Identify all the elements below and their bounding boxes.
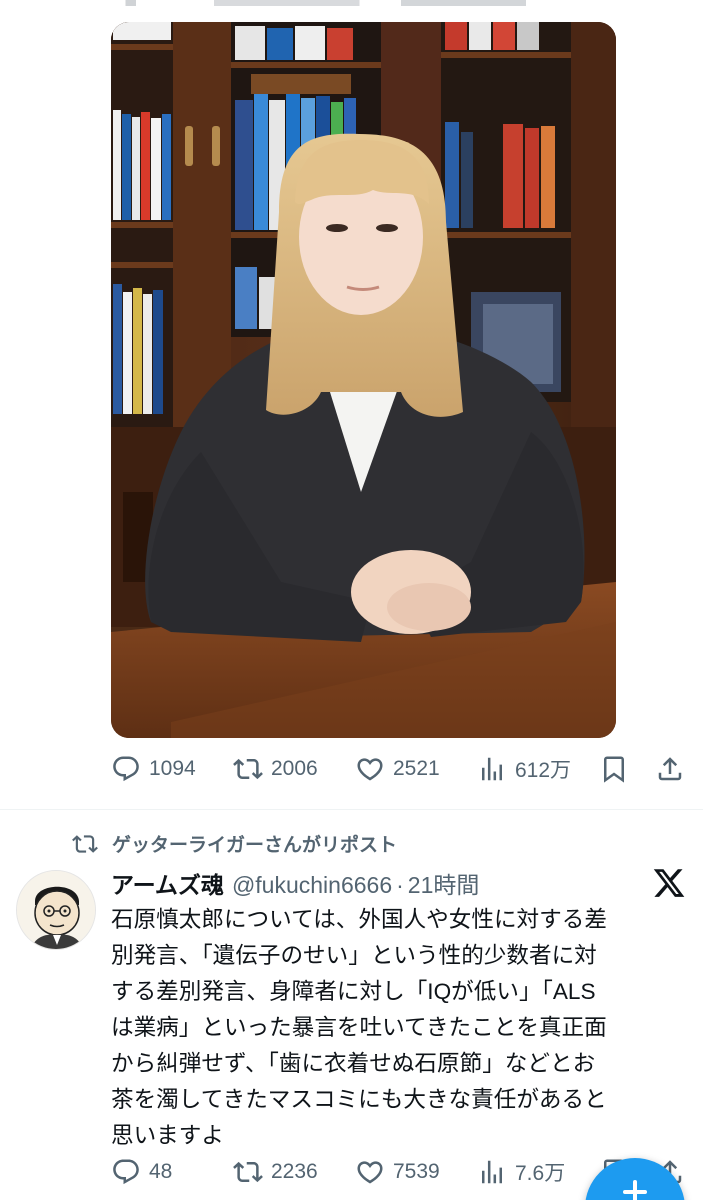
author-handle[interactable]: @fukuchin6666 — [232, 872, 392, 899]
repost-button[interactable]: 2006 — [233, 754, 318, 784]
post-text-line: 思いますよ — [111, 1123, 224, 1148]
post-header: アームズ魂 @fukuchin6666 · 21時間 — [111, 866, 479, 900]
repost-count: 2006 — [271, 757, 318, 780]
repost-icon — [233, 1161, 263, 1183]
like-button[interactable]: 2521 — [355, 754, 440, 784]
like-count: 2521 — [393, 757, 440, 780]
reply-button[interactable]: 1094 — [111, 754, 196, 784]
post-text-line: は業病」といった暴言を吐いてきたことを真正面 — [111, 1015, 607, 1040]
views-icon — [482, 1160, 502, 1184]
share-button[interactable] — [655, 754, 685, 784]
repost-icon — [233, 758, 263, 780]
repost-indicator[interactable]: ゲッターライガーさんがリポスト — [72, 830, 397, 857]
post1-action-bar: 1094 2006 2521 612万 — [111, 749, 691, 789]
views-count: 7.6万 — [515, 1162, 566, 1185]
repost-count: 2236 — [271, 1160, 318, 1183]
post-text-line: から糾弾せず、「歯に衣着せぬ石原節」などとお — [111, 1051, 596, 1076]
like-icon — [357, 758, 383, 781]
views-button[interactable]: 612万 — [477, 754, 571, 784]
post-time[interactable]: 21時間 — [408, 866, 480, 900]
previous-text-cutoff — [0, 0, 703, 12]
like-count: 7539 — [393, 1160, 440, 1183]
post-text-line: 別発言、「遺伝子のせい」という性的少数者に対 — [111, 943, 597, 968]
post-text-line: 石原慎太郎については、外国人や女性に対する差 — [111, 907, 607, 932]
separator: · — [396, 872, 404, 898]
x-logo-icon — [653, 869, 685, 897]
share-icon — [658, 757, 682, 781]
bookmark-icon — [604, 756, 624, 783]
portrait-photo — [111, 22, 616, 738]
reply-icon — [113, 1159, 139, 1185]
post-image[interactable] — [111, 22, 616, 738]
avatar[interactable] — [16, 870, 96, 950]
like-icon — [357, 1161, 383, 1184]
post-text-line: 茶を濁してきたマスコミにも大きな責任があると — [111, 1087, 607, 1112]
repost-button[interactable]: 2236 — [233, 1157, 318, 1187]
like-button[interactable]: 7539 — [355, 1157, 440, 1187]
reply-count: 1094 — [149, 757, 196, 780]
post-text-line: する差別発言、身障者に対し「IQが低い」「ALS — [111, 979, 596, 1004]
reply-icon — [113, 756, 139, 782]
repost-label: ゲッターライガーさんがリポスト — [112, 835, 398, 856]
reply-count: 48 — [149, 1160, 173, 1183]
views-icon — [482, 757, 502, 781]
post-divider — [0, 809, 703, 810]
bookmark-button[interactable] — [599, 754, 629, 784]
repost-icon — [72, 834, 98, 853]
avatar-illustration — [17, 871, 95, 949]
reply-button[interactable]: 48 — [111, 1157, 172, 1187]
author-name[interactable]: アームズ魂 — [111, 866, 224, 900]
post-text: 石原慎太郎については、外国人や女性に対する差 別発言、「遺伝子のせい」という性的… — [111, 902, 691, 1154]
views-button[interactable]: 7.6万 — [477, 1157, 565, 1187]
views-count: 612万 — [515, 759, 572, 782]
